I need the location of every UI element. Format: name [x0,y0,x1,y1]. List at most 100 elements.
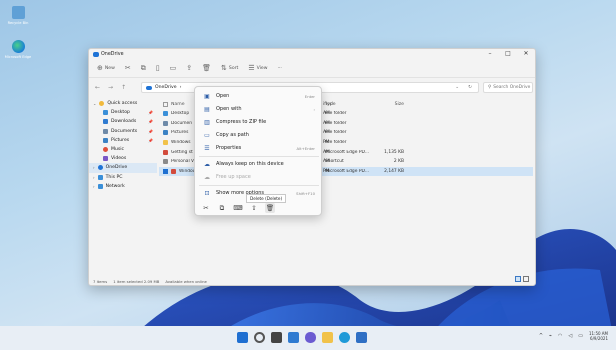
pdf-icon [171,168,176,174]
folder-icon [163,140,168,146]
system-tray: ^ ⌁ ◠ ◁ ▭ 11:50 AM 6/9/2021 [539,331,608,341]
chevron-right-icon: › [93,165,95,171]
command-bar: ⊕ New ✂ ⧉ ▯ ▭ ⇪ 🗑 ⇅ Sort ☰ View ··· [89,60,535,78]
rename-icon[interactable]: ⌨ [233,203,243,213]
menu-item-always-keep[interactable]: ☁ Always keep on this device [199,158,319,170]
menu-item-open-with[interactable]: ▤ Open with › [199,103,319,115]
widgets-icon[interactable] [288,332,299,343]
rename-icon: ▭ [169,64,177,72]
cut-icon[interactable]: ✂ [201,203,211,213]
share-icon[interactable]: ⇪ [249,203,259,213]
delete-button[interactable]: 🗑 [202,65,211,72]
file-name: Documen [171,120,193,126]
task-view-icon[interactable] [271,332,282,343]
share-icon: ⇪ [186,64,193,72]
up-arrow-icon[interactable]: ↑ [121,84,126,91]
network-icon[interactable]: ⌁ [549,333,552,339]
taskbar-icons [237,332,367,343]
nav-item-videos[interactable]: Videos [89,154,157,163]
menu-item-compress[interactable]: ▥ Compress to ZIP file [199,116,319,128]
tiles-view-icon[interactable] [523,276,529,282]
column-header-type[interactable]: Type [323,102,380,107]
checkbox-checked-icon[interactable] [163,168,168,174]
copy-path-icon: ▭ [204,131,210,139]
open-icon: ▣ [204,92,210,100]
desktop-icon-edge[interactable]: Microsoft Edge [3,40,33,59]
file-explorer-icon[interactable] [322,332,333,343]
clock[interactable]: 11:50 AM 6/9/2021 [589,331,608,341]
taskbar: ^ ⌁ ◠ ◁ ▭ 11:50 AM 6/9/2021 [0,326,616,350]
menu-item-properties[interactable]: ☰ Properties Alt+Enter [199,142,319,154]
desktop-icon-label: Microsoft Edge [4,55,32,59]
paste-icon: ▯ [155,64,160,72]
nav-item-documents[interactable]: Documents 📌 [89,127,157,136]
column-header-size[interactable]: Size [380,102,404,107]
view-icon: ☰ [248,64,255,72]
rename-button[interactable]: ▭ [170,65,177,72]
paste-button[interactable]: ▯ [156,65,160,72]
menu-item-open[interactable]: ▣ Open Enter [199,90,319,102]
cut-button[interactable]: ✂ [125,65,131,72]
nav-item-this-pc[interactable]: › This PC [89,173,157,182]
nav-item-pictures[interactable]: Pictures 📌 [89,136,157,145]
file-type: Microsoft Edge PD... [325,149,370,155]
delete-icon[interactable]: 🗑 [265,203,275,213]
delete-tooltip: Delete (Delete) [246,194,287,203]
search-icon[interactable] [254,332,265,343]
recycle-bin-icon [11,6,25,19]
chevron-up-icon[interactable]: ^ [539,333,543,339]
copy-icon[interactable]: ⧉ [217,203,227,213]
properties-icon: ☰ [204,144,210,152]
share-button[interactable]: ⇪ [186,65,192,72]
menu-item-copy-as-path[interactable]: ▭ Copy as path [199,129,319,141]
desktop-icon-recycle-bin[interactable]: Recycle Bin [3,6,33,25]
file-size: 2 KB [393,159,404,165]
start-icon[interactable] [237,332,248,343]
store-icon[interactable] [356,332,367,343]
view-toggle [515,276,529,282]
file-type: File folder [325,130,347,136]
maximize-button[interactable]: □ [499,50,517,57]
close-button[interactable]: ✕ [517,50,535,57]
nav-item-quick-access[interactable]: ⌄ Quick access [89,99,157,108]
chevron-right-icon: › [313,106,315,112]
back-arrow-icon[interactable]: ← [95,84,100,91]
folder-icon [163,111,168,117]
chat-icon[interactable] [305,332,316,343]
view-button[interactable]: ☰ View [248,65,267,72]
menu-separator [199,185,319,186]
search-box[interactable]: ⚲ Search OneDrive [483,82,533,93]
forward-arrow-icon[interactable]: → [108,84,113,91]
nav-item-desktop[interactable]: Desktop 📌 [89,108,157,117]
nav-item-network[interactable]: › Network [89,182,157,191]
refresh-icon[interactable]: ↻ [468,85,472,90]
new-button[interactable]: ⊕ New [97,65,115,72]
file-name: Getting st [171,149,193,155]
wifi-icon[interactable]: ◠ [558,333,562,339]
network-icon [97,183,103,189]
details-view-icon[interactable] [515,276,521,282]
minimize-button[interactable]: – [481,50,499,57]
nav-item-onedrive[interactable]: › OneDrive [89,163,157,173]
chevron-down-icon[interactable]: ⌄ [455,85,459,90]
sort-icon: ⇅ [221,64,227,72]
cloud-icon: ☁ [204,173,210,181]
pin-icon: 📌 [148,137,153,143]
more-button[interactable]: ··· [278,66,282,71]
download-icon [103,119,108,125]
nav-item-downloads[interactable]: Downloads 📌 [89,117,157,126]
trash-icon: 🗑 [202,64,212,72]
file-type: Microsoft Edge PD... [325,168,370,174]
pdf-icon [163,149,168,155]
edge-icon[interactable] [339,332,350,343]
copy-button[interactable]: ⧉ [141,65,146,72]
battery-icon[interactable]: ▭ [578,333,583,339]
volume-icon[interactable]: ◁ [568,333,572,339]
sort-button[interactable]: ⇅ Sort [221,65,238,72]
file-type: File folder [325,120,347,126]
folder-icon [163,120,168,126]
chevron-right-icon: › [93,174,95,180]
nav-item-music[interactable]: Music [89,145,157,154]
music-icon [103,147,108,153]
desktop-folder-icon [103,110,108,116]
